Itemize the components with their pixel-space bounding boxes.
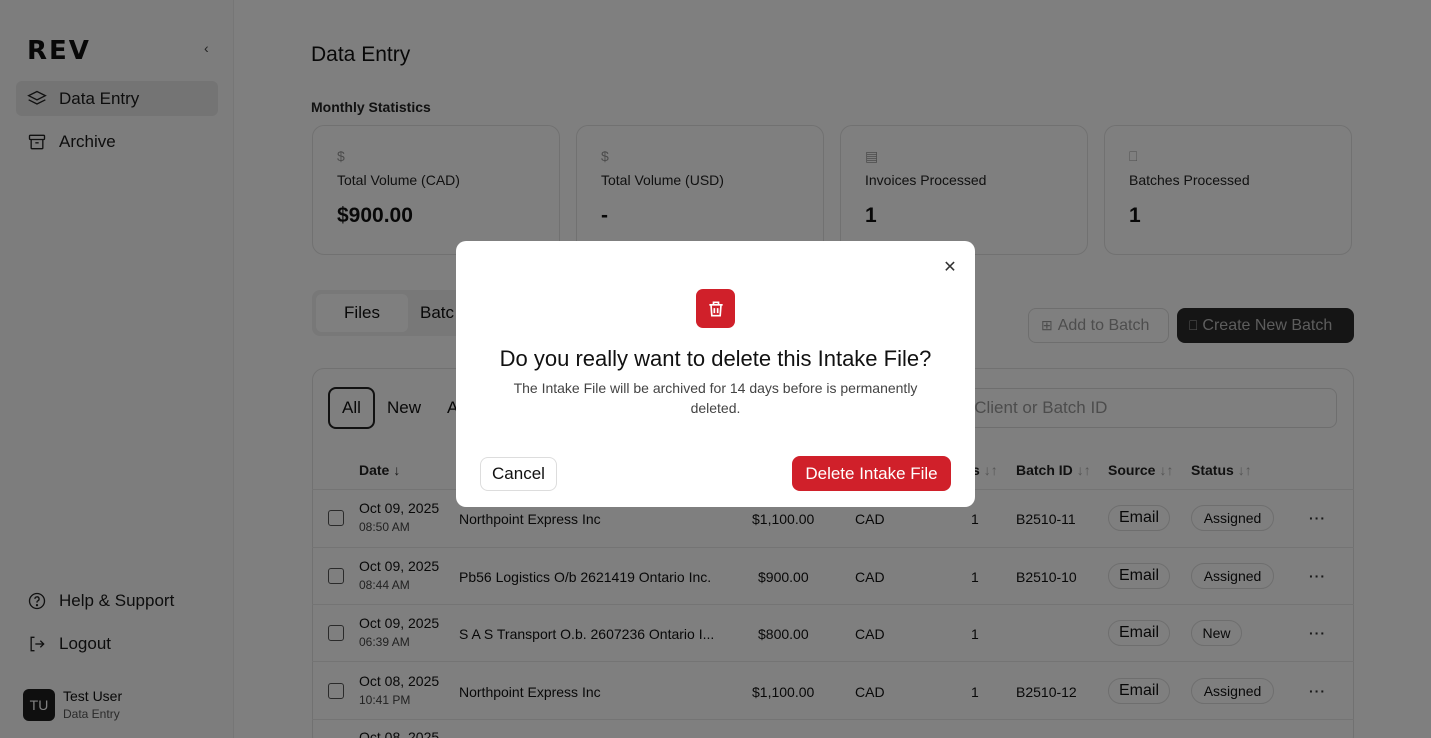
trash-icon [696, 289, 735, 328]
dialog-description: The Intake File will be archived for 14 … [513, 380, 918, 416]
dialog-title: Do you really want to delete this Intake… [499, 346, 932, 371]
delete-confirmation-dialog: ✕ Do you really want to delete this Inta… [456, 241, 975, 507]
cancel-button[interactable]: Cancel [480, 457, 557, 491]
close-icon[interactable]: ✕ [941, 258, 959, 276]
delete-intake-file-button[interactable]: Delete Intake File [792, 456, 951, 491]
